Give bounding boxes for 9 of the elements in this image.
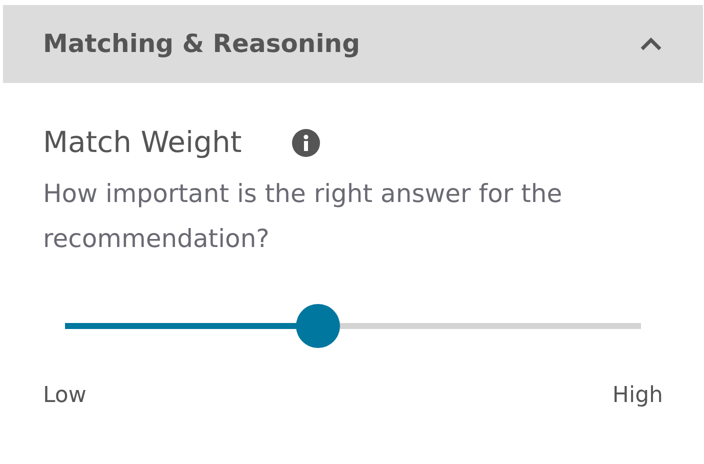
- min-label: Low: [43, 382, 86, 410]
- max-label: High: [612, 382, 663, 410]
- info-icon[interactable]: [292, 128, 320, 157]
- chevron-up-icon[interactable]: [639, 36, 663, 52]
- setting-label: Match Weight: [43, 124, 242, 161]
- setting-description: How important is the right answer for the recommendation?: [43, 178, 564, 254]
- slider-thumb[interactable]: [296, 304, 340, 348]
- section-header[interactable]: Matching & Reasoning: [3, 5, 703, 83]
- section-title: Matching & Reasoning: [43, 28, 360, 60]
